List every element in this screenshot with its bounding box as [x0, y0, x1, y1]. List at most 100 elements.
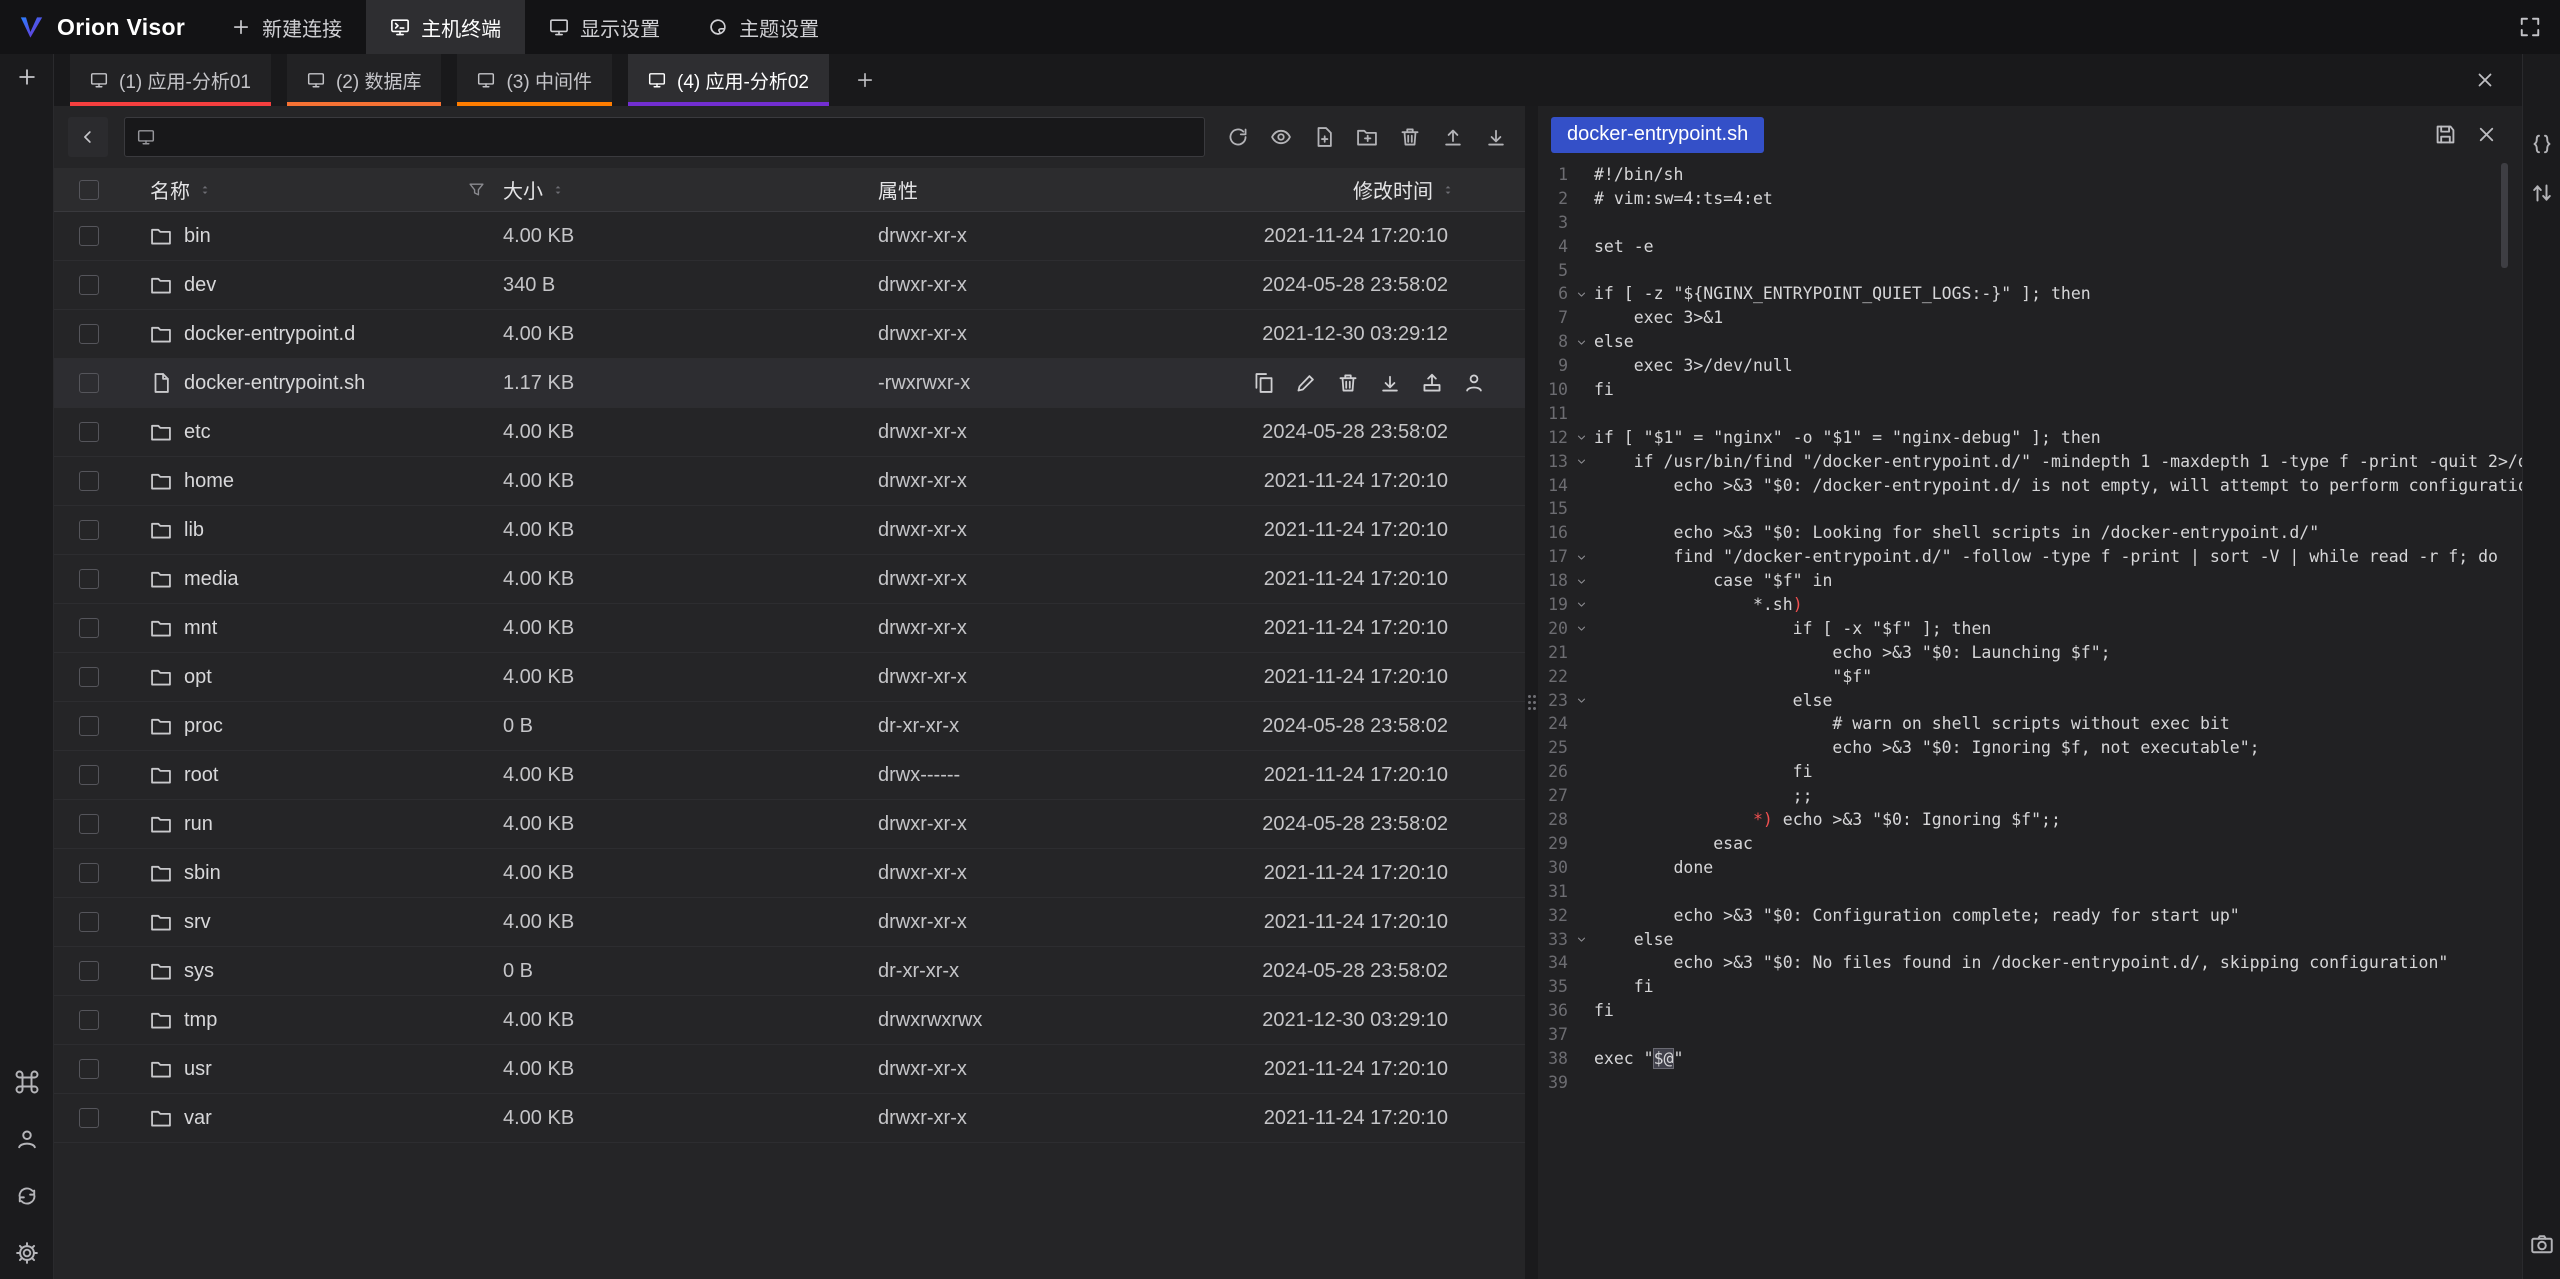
file-name-cell[interactable]: mnt	[124, 617, 503, 640]
table-row[interactable]: usr4.00 KBdrwxr-xr-x2021-11-24 17:20:10	[54, 1045, 1525, 1094]
new-file-icon[interactable]	[1309, 122, 1339, 152]
move-icon[interactable]	[1421, 372, 1443, 394]
row-checkbox[interactable]	[79, 863, 99, 883]
new-tab-button[interactable]	[855, 70, 875, 90]
fold-icon[interactable]	[1568, 450, 1594, 474]
row-checkbox[interactable]	[79, 716, 99, 736]
table-row[interactable]: lib4.00 KBdrwxr-xr-x2021-11-24 17:20:10	[54, 506, 1525, 555]
file-name-cell[interactable]: home	[124, 470, 503, 493]
table-row[interactable]: bin4.00 KBdrwxr-xr-x2021-11-24 17:20:10	[54, 212, 1525, 261]
nav-item-new-connection[interactable]: 新建连接	[207, 0, 366, 54]
plus-icon[interactable]	[16, 66, 38, 88]
file-name-cell[interactable]: root	[124, 764, 503, 787]
table-row[interactable]: run4.00 KBdrwxr-xr-x2024-05-28 23:58:02	[54, 800, 1525, 849]
close-tabs-icon[interactable]	[2474, 69, 2496, 91]
braces-icon[interactable]	[2530, 132, 2554, 156]
file-name-cell[interactable]: sbin	[124, 862, 503, 885]
table-row[interactable]: sbin4.00 KBdrwxr-xr-x2021-11-24 17:20:10	[54, 849, 1525, 898]
row-checkbox[interactable]	[79, 569, 99, 589]
table-row[interactable]: srv4.00 KBdrwxr-xr-x2021-11-24 17:20:10	[54, 898, 1525, 947]
table-row[interactable]: opt4.00 KBdrwxr-xr-x2021-11-24 17:20:10	[54, 653, 1525, 702]
table-row[interactable]: root4.00 KBdrwx------2021-11-24 17:20:10	[54, 751, 1525, 800]
file-name-cell[interactable]: usr	[124, 1058, 503, 1081]
editor-file-badge[interactable]: docker-entrypoint.sh	[1551, 117, 1764, 153]
table-row[interactable]: proc0 Bdr-xr-xr-x2024-05-28 23:58:02	[54, 702, 1525, 751]
nav-item-host-terminal[interactable]: 主机终端	[366, 0, 525, 54]
row-checkbox[interactable]	[79, 471, 99, 491]
table-row[interactable]: home4.00 KBdrwxr-xr-x2021-11-24 17:20:10	[54, 457, 1525, 506]
file-name-cell[interactable]: opt	[124, 666, 503, 689]
file-name-cell[interactable]: srv	[124, 911, 503, 934]
row-checkbox[interactable]	[79, 667, 99, 687]
terminal-tab-2[interactable]: (2) 数据库	[287, 54, 442, 106]
delete-icon[interactable]	[1337, 372, 1359, 394]
path-input[interactable]	[165, 126, 1193, 148]
row-checkbox[interactable]	[79, 961, 99, 981]
fold-icon[interactable]	[1568, 689, 1594, 713]
file-name-cell[interactable]: lib	[124, 519, 503, 542]
row-checkbox[interactable]	[79, 765, 99, 785]
table-row[interactable]: var4.00 KBdrwxr-xr-x2021-11-24 17:20:10	[54, 1094, 1525, 1143]
back-button[interactable]	[68, 117, 108, 157]
fold-icon[interactable]	[1568, 928, 1594, 952]
row-checkbox[interactable]	[79, 1059, 99, 1079]
row-checkbox[interactable]	[79, 912, 99, 932]
terminal-tab-1[interactable]: (1) 应用-分析01	[70, 54, 271, 106]
sync-icon[interactable]	[15, 1184, 39, 1208]
fold-icon[interactable]	[1568, 569, 1594, 593]
fold-icon[interactable]	[1568, 282, 1594, 306]
row-checkbox[interactable]	[79, 1108, 99, 1128]
splitter-grip-icon[interactable]	[1528, 695, 1535, 711]
terminal-tab-4[interactable]: (4) 应用-分析02	[628, 54, 829, 106]
file-name-cell[interactable]: dev	[124, 274, 503, 297]
select-all-checkbox[interactable]	[79, 180, 99, 200]
download-icon[interactable]	[1481, 122, 1511, 152]
row-checkbox[interactable]	[79, 618, 99, 638]
file-name-cell[interactable]: docker-entrypoint.sh	[124, 372, 503, 395]
fold-icon[interactable]	[1568, 593, 1594, 617]
nav-item-display-settings[interactable]: 显示设置	[525, 0, 684, 54]
edit-icon[interactable]	[1295, 372, 1317, 394]
fold-icon[interactable]	[1568, 426, 1594, 450]
upload-icon[interactable]	[1438, 122, 1468, 152]
file-name-cell[interactable]: tmp	[124, 1009, 503, 1032]
download-icon[interactable]	[1379, 372, 1401, 394]
nav-item-theme-settings[interactable]: 主题设置	[684, 0, 843, 54]
terminal-tab-3[interactable]: (3) 中间件	[457, 54, 612, 106]
table-row[interactable]: tmp4.00 KBdrwxrwxrwx2021-12-30 03:29:10	[54, 996, 1525, 1045]
row-checkbox[interactable]	[79, 422, 99, 442]
file-name-cell[interactable]: etc	[124, 421, 503, 444]
fold-icon[interactable]	[1568, 545, 1594, 569]
table-row[interactable]: sys0 Bdr-xr-xr-x2024-05-28 23:58:02	[54, 947, 1525, 996]
table-row[interactable]: mnt4.00 KBdrwxr-xr-x2021-11-24 17:20:10	[54, 604, 1525, 653]
row-checkbox[interactable]	[79, 814, 99, 834]
settings-icon[interactable]	[15, 1241, 39, 1265]
row-checkbox[interactable]	[79, 520, 99, 540]
row-checkbox[interactable]	[79, 324, 99, 344]
camera-icon[interactable]	[2530, 1232, 2554, 1256]
file-name-cell[interactable]: docker-entrypoint.d	[124, 323, 503, 346]
table-row[interactable]: etc4.00 KBdrwxr-xr-x2024-05-28 23:58:02	[54, 408, 1525, 457]
fullscreen-icon[interactable]	[2518, 15, 2542, 39]
preview-icon[interactable]	[1266, 122, 1296, 152]
file-name-cell[interactable]: sys	[124, 960, 503, 983]
command-icon[interactable]	[15, 1070, 39, 1094]
save-icon[interactable]	[2434, 123, 2457, 146]
fold-icon[interactable]	[1568, 617, 1594, 641]
delete-icon[interactable]	[1395, 122, 1425, 152]
file-name-cell[interactable]: var	[124, 1107, 503, 1130]
filter-icon[interactable]	[468, 181, 485, 198]
table-row[interactable]: media4.00 KBdrwxr-xr-x2021-11-24 17:20:1…	[54, 555, 1525, 604]
editor-close-icon[interactable]	[2475, 123, 2498, 146]
row-checkbox[interactable]	[79, 1010, 99, 1030]
new-folder-icon[interactable]	[1352, 122, 1382, 152]
sort-icon[interactable]	[551, 183, 565, 197]
row-checkbox[interactable]	[79, 373, 99, 393]
table-row[interactable]: docker-entrypoint.sh1.17 KB-rwxrwxr-x	[54, 359, 1525, 408]
sort-icon[interactable]	[198, 183, 212, 197]
file-name-cell[interactable]: proc	[124, 715, 503, 738]
file-name-cell[interactable]: run	[124, 813, 503, 836]
user-icon[interactable]	[15, 1127, 39, 1151]
table-row[interactable]: docker-entrypoint.d4.00 KBdrwxr-xr-x2021…	[54, 310, 1525, 359]
sort-icon[interactable]	[1441, 183, 1455, 197]
